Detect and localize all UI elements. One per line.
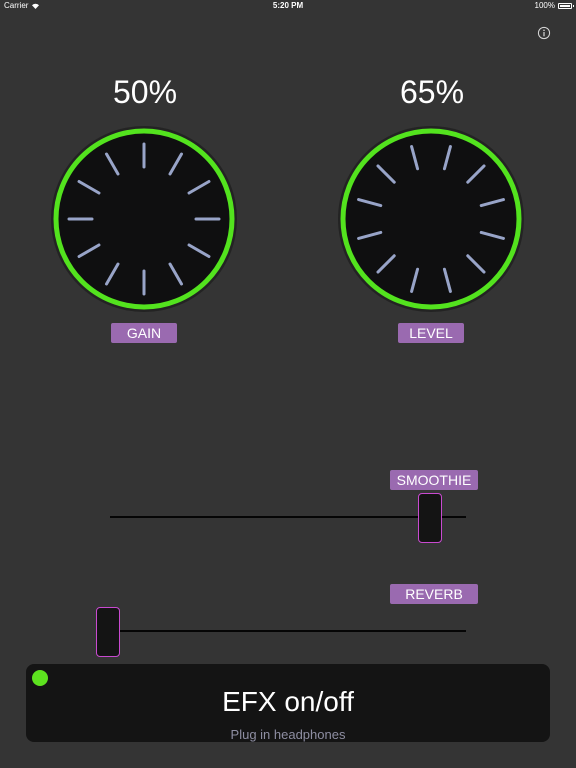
gain-label: GAIN bbox=[111, 323, 177, 343]
info-icon[interactable] bbox=[537, 26, 551, 40]
efx-subtitle: Plug in headphones bbox=[230, 727, 346, 742]
smoothie-label: SMOOTHIE bbox=[390, 470, 478, 490]
battery-icon bbox=[558, 2, 574, 9]
battery-percent: 100% bbox=[534, 1, 555, 10]
smoothie-slider-track[interactable] bbox=[110, 516, 466, 518]
reverb-slider-thumb[interactable] bbox=[96, 607, 120, 657]
level-knob[interactable] bbox=[338, 126, 524, 312]
level-label: LEVEL bbox=[398, 323, 464, 343]
status-bar-right: 100% bbox=[534, 1, 574, 10]
status-bar: Carrier 5:20 PM 100% bbox=[0, 0, 576, 12]
gain-value: 50% bbox=[112, 74, 178, 110]
efx-status-led bbox=[32, 670, 48, 686]
gain-knob-dial[interactable] bbox=[51, 126, 237, 312]
reverb-label: REVERB bbox=[390, 584, 478, 604]
efx-toggle-button[interactable]: EFX on/off Plug in headphones bbox=[26, 664, 550, 742]
level-value: 65% bbox=[399, 74, 465, 110]
smoothie-slider-thumb[interactable] bbox=[417, 493, 442, 543]
status-bar-time: 5:20 PM bbox=[272, 1, 304, 10]
efx-title: EFX on/off bbox=[222, 686, 354, 717]
gain-knob[interactable] bbox=[51, 126, 237, 312]
reverb-slider-track[interactable] bbox=[110, 630, 466, 632]
level-knob-dial[interactable] bbox=[338, 126, 524, 312]
